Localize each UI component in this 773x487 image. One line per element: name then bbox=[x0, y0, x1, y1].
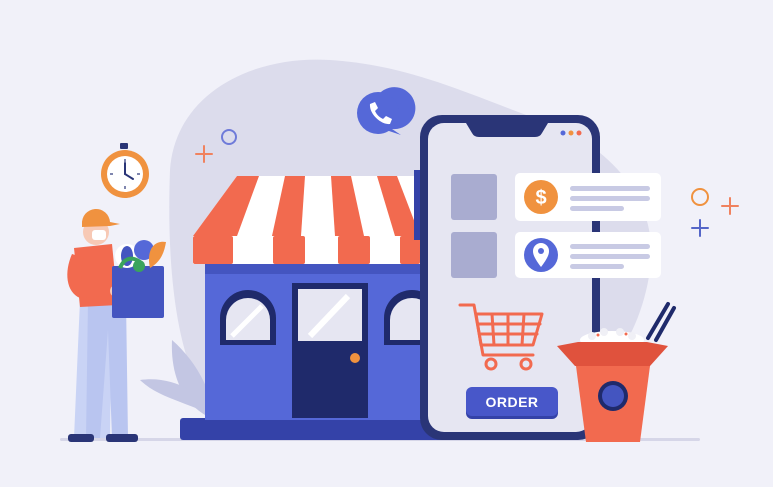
svg-text:$: $ bbox=[535, 187, 546, 209]
store-base bbox=[180, 418, 445, 440]
face-mask bbox=[92, 230, 106, 240]
phone-notch bbox=[466, 123, 548, 137]
location-pin-icon bbox=[524, 238, 558, 272]
decor-plus-right-1 bbox=[721, 197, 739, 215]
location-card bbox=[515, 232, 661, 278]
clock-icon bbox=[101, 143, 149, 198]
decor-circle-right bbox=[691, 188, 709, 206]
store bbox=[180, 262, 445, 440]
payment-card: $ bbox=[515, 173, 661, 221]
screen-thumb-2 bbox=[451, 232, 497, 278]
decor-plus-right-2 bbox=[691, 219, 709, 237]
door-knob bbox=[350, 353, 360, 363]
screen-thumb-1 bbox=[451, 174, 497, 220]
grocery-bag bbox=[112, 266, 164, 318]
dollar-icon: $ bbox=[524, 180, 558, 214]
delivery-illustration: $ bbox=[60, 59, 739, 442]
order-button[interactable]: ORDER bbox=[466, 387, 558, 416]
delivery-man bbox=[67, 208, 166, 442]
